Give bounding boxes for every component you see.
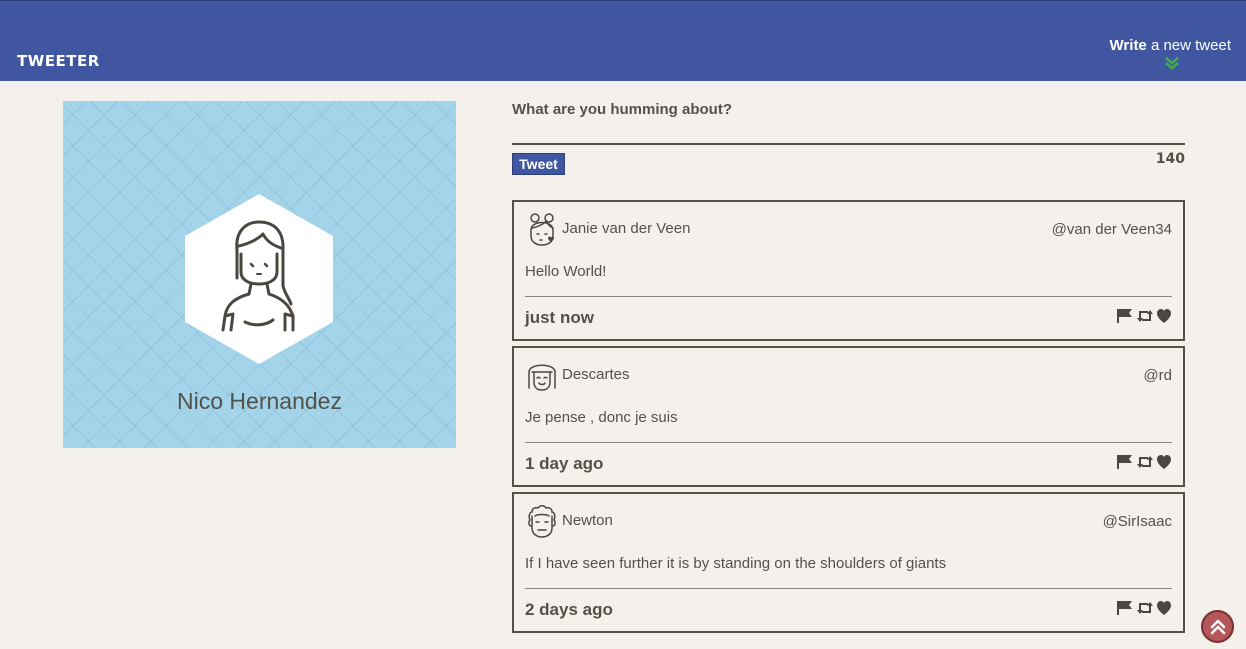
write-new-tweet-link[interactable]: Write a new tweet (1110, 37, 1231, 54)
profile-avatar (185, 194, 333, 364)
profile-card: Nico Hernandez (63, 101, 456, 448)
tweet-author-name: Janie van der Veen (562, 220, 691, 237)
write-link-bold: Write (1109, 37, 1147, 54)
tweet-timestamp: 2 days ago (525, 600, 613, 619)
compose-label: What are you humming about? (512, 101, 732, 118)
flag-icon[interactable] (1116, 308, 1134, 324)
tweet-author-handle: @rd (1143, 367, 1172, 384)
tweet-card: Janie van der Veen @van der Veen34 Hello… (512, 200, 1185, 341)
top-navbar: TWEETER Write a new tweet (0, 0, 1246, 81)
brand-logo: TWEETER (17, 52, 100, 70)
tweet-timestamp: just now (525, 308, 594, 327)
tweet-card: Descartes @rd Je pense , donc je suis 1 … (512, 346, 1185, 487)
heart-icon[interactable] (1156, 600, 1172, 616)
tweet-content: Hello World! (525, 263, 607, 280)
character-counter: 140 (1155, 151, 1185, 167)
retweet-icon[interactable] (1136, 308, 1154, 324)
tweet-card: Newton @SirIsaac If I have seen further … (512, 492, 1185, 633)
retweet-icon[interactable] (1136, 600, 1154, 616)
girl-buns-avatar-icon (530, 213, 554, 246)
profile-name: Nico Hernandez (177, 388, 342, 414)
tweet-content: If I have seen further it is by standing… (525, 555, 947, 572)
tweet-author-handle: @SirIsaac (1102, 513, 1172, 530)
tweet-author-handle: @van der Veen34 (1051, 221, 1172, 238)
tweet-button[interactable]: Tweet (512, 153, 565, 175)
tweet-actions (1116, 600, 1172, 616)
tweet-content: Je pense , donc je suis (525, 409, 678, 426)
heart-icon[interactable] (1156, 454, 1172, 470)
flag-icon[interactable] (1116, 600, 1134, 616)
tweet-author-name: Newton (562, 512, 613, 529)
bob-hair-avatar-icon (528, 364, 556, 391)
tweet-timestamp: 1 day ago (525, 454, 604, 473)
tweet-actions (1116, 308, 1172, 324)
curly-hair-avatar-icon (528, 505, 556, 538)
double-chevron-down-icon[interactable] (1164, 56, 1180, 70)
tweet-divider (525, 588, 1172, 589)
flag-icon[interactable] (1116, 454, 1134, 470)
heart-icon[interactable] (1156, 308, 1172, 324)
scroll-to-top-button[interactable] (1201, 610, 1234, 643)
write-link-rest: a new tweet (1146, 37, 1231, 54)
tweet-text-input[interactable] (512, 118, 1185, 145)
retweet-icon[interactable] (1136, 454, 1154, 470)
tweet-divider (525, 442, 1172, 443)
double-chevron-up-icon (1210, 619, 1226, 635)
tweet-actions (1116, 454, 1172, 470)
tweet-author-name: Descartes (562, 366, 630, 383)
tweet-divider (525, 296, 1172, 297)
